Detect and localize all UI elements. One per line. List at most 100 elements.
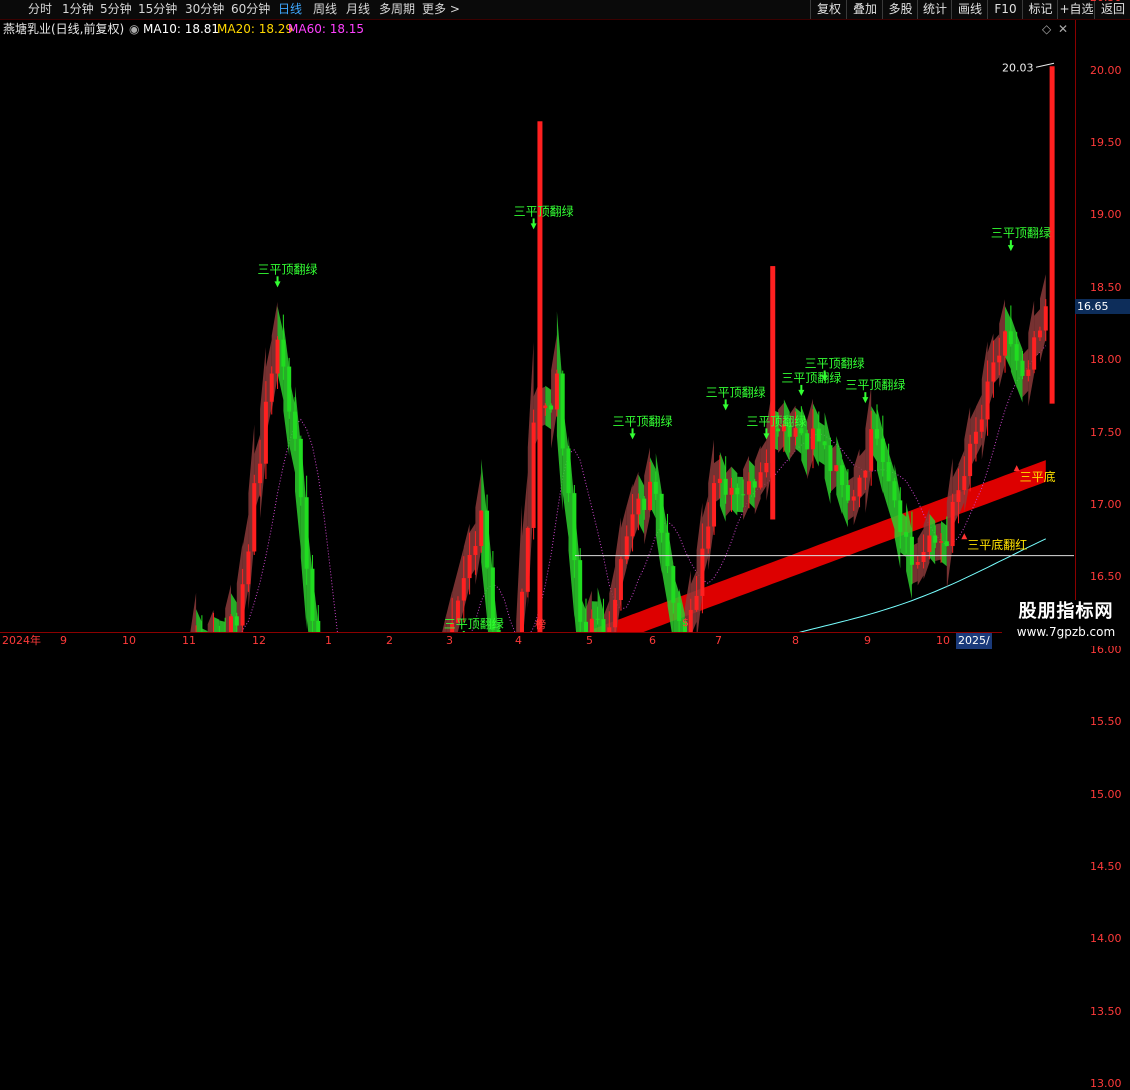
diamond-icon[interactable]: ◇ bbox=[1042, 20, 1051, 38]
candle-body bbox=[857, 477, 862, 497]
signal-top-label: 三平顶翻绿 bbox=[706, 384, 766, 399]
period-tab-2[interactable]: 5分钟 bbox=[100, 1, 132, 18]
price-tick-4: 18.50 bbox=[1090, 280, 1122, 294]
candle-body bbox=[776, 428, 781, 432]
candle-body bbox=[531, 422, 536, 528]
watermark: 股朋指标网 www.7gpzb.com bbox=[1002, 600, 1130, 646]
candle-body bbox=[840, 465, 845, 486]
date-tick-1: 9 bbox=[60, 634, 67, 647]
candle-body bbox=[892, 481, 897, 501]
watermark-url: www.7gpzb.com bbox=[1016, 625, 1116, 639]
period-tab-6[interactable]: 日线 bbox=[278, 1, 302, 18]
candle-body bbox=[834, 465, 839, 472]
signal-bottom-label: 三平底翻红 bbox=[967, 537, 1027, 552]
candle-body bbox=[880, 438, 885, 463]
settings-icon[interactable]: ◉ bbox=[129, 20, 139, 38]
price-tick-6: 17.50 bbox=[1090, 425, 1122, 439]
candle-body bbox=[677, 602, 682, 622]
candle-body bbox=[1003, 331, 1008, 356]
candle-body bbox=[304, 497, 309, 569]
candle-body bbox=[1043, 306, 1048, 331]
candle-body bbox=[246, 551, 251, 585]
price-tick-15: 13.00 bbox=[1090, 1077, 1122, 1090]
candle-body bbox=[589, 618, 594, 632]
candle-body bbox=[613, 599, 618, 628]
toolbar-button-6[interactable]: 标记 bbox=[1022, 0, 1058, 19]
candle-body bbox=[933, 535, 938, 543]
signal-top-label: 三平顶翻绿 bbox=[991, 225, 1051, 240]
candle-body bbox=[822, 441, 827, 446]
candle-body bbox=[252, 483, 257, 552]
candle-body bbox=[851, 496, 856, 501]
toolbar-button-0[interactable]: 复权 bbox=[810, 0, 847, 19]
period-tab-3[interactable]: 15分钟 bbox=[138, 1, 177, 18]
period-tab-0[interactable]: 分时 bbox=[28, 1, 52, 18]
toolbar-button-2[interactable]: 多股 bbox=[882, 0, 918, 19]
date-tick-15: 2025/ bbox=[956, 633, 992, 649]
period-tab-1[interactable]: 1分钟 bbox=[62, 1, 94, 18]
candle-body bbox=[706, 526, 711, 549]
candle-body bbox=[968, 443, 973, 477]
candle-body bbox=[810, 428, 815, 450]
candle-body bbox=[752, 481, 757, 488]
toolbar-button-5[interactable]: F10 bbox=[987, 0, 1023, 19]
candle-body bbox=[956, 490, 961, 502]
candle-body bbox=[875, 429, 879, 439]
candle-body bbox=[1008, 331, 1013, 345]
date-tick-6: 2 bbox=[386, 634, 393, 647]
candle-body bbox=[316, 620, 321, 632]
candle-body bbox=[572, 493, 577, 561]
candle-body bbox=[723, 478, 728, 495]
candle-body bbox=[886, 462, 891, 482]
toolbar-button-3[interactable]: 统计 bbox=[917, 0, 952, 19]
toolbar-button-1[interactable]: 叠加 bbox=[846, 0, 883, 19]
ribbon-segment bbox=[196, 609, 202, 632]
signal-top-label: 三平顶翻绿 bbox=[258, 261, 318, 276]
candle-body bbox=[258, 463, 263, 484]
price-tick-5: 18.00 bbox=[1090, 353, 1122, 367]
toolbar-button-4[interactable]: 画线 bbox=[951, 0, 988, 19]
candle-body bbox=[240, 584, 245, 626]
candle-body bbox=[741, 494, 746, 496]
period-tab-5[interactable]: 60分钟 bbox=[231, 1, 270, 18]
candle-body bbox=[648, 481, 653, 510]
candle-body bbox=[287, 366, 292, 412]
signal-top-label: 三平顶翻绿 bbox=[781, 370, 841, 385]
candle-body bbox=[310, 568, 315, 621]
candle-body bbox=[281, 339, 286, 367]
candle-body bbox=[298, 438, 303, 498]
candle-body bbox=[979, 419, 984, 432]
ma60-label: MA60: 18.15 bbox=[288, 22, 365, 36]
period-toolbar: 分时 1分钟 5分钟 15分钟 30分钟 60分钟 日线 周线 月线 多周期 更多 > 复权 叠加 多股统… bbox=[0, 0, 1130, 20]
price-chart[interactable]: 20.03三平底翻红三平顶翻绿三平顶翻绿三平底翻红三平底翻红三平顶翻绿三平底翻红… bbox=[0, 38, 1074, 632]
period-tab-8[interactable]: 月线 bbox=[346, 1, 370, 18]
candle-body bbox=[234, 616, 239, 626]
period-tab-7[interactable]: 周线 bbox=[313, 1, 337, 18]
candle-body bbox=[630, 514, 635, 537]
period-tab-9[interactable]: 多周期 bbox=[379, 1, 415, 18]
candle-body bbox=[927, 535, 932, 552]
watermark-title: 股朋指标网 bbox=[1018, 601, 1114, 622]
candle-body bbox=[746, 481, 751, 495]
candle-body bbox=[991, 362, 996, 382]
signal-top-label: 三平顶翻绿 bbox=[845, 377, 905, 392]
date-tick-12: 8 bbox=[792, 634, 799, 647]
candle-body bbox=[799, 428, 804, 434]
price-tick-12: 14.50 bbox=[1090, 860, 1122, 873]
close-icon[interactable]: ✕ bbox=[1058, 20, 1068, 38]
candle-body bbox=[1037, 330, 1042, 338]
period-tab-10[interactable]: 更多 > bbox=[422, 1, 460, 18]
candle-body bbox=[467, 554, 472, 579]
date-tick-13: 9 bbox=[864, 634, 871, 647]
candle-body bbox=[805, 433, 810, 450]
ribbon-segment bbox=[219, 620, 226, 632]
ma20-label: MA20: 18.29 bbox=[217, 22, 294, 36]
date-tick-7: 3 bbox=[446, 634, 453, 647]
candle-body bbox=[461, 578, 466, 601]
candle-body bbox=[479, 510, 484, 547]
signal-top-label: 三平顶翻绿 bbox=[514, 203, 574, 218]
signal-bottom-label: 三平底 bbox=[1020, 469, 1056, 484]
candle-body bbox=[688, 609, 693, 632]
period-tab-4[interactable]: 30分钟 bbox=[185, 1, 224, 18]
candle-body bbox=[939, 541, 944, 543]
